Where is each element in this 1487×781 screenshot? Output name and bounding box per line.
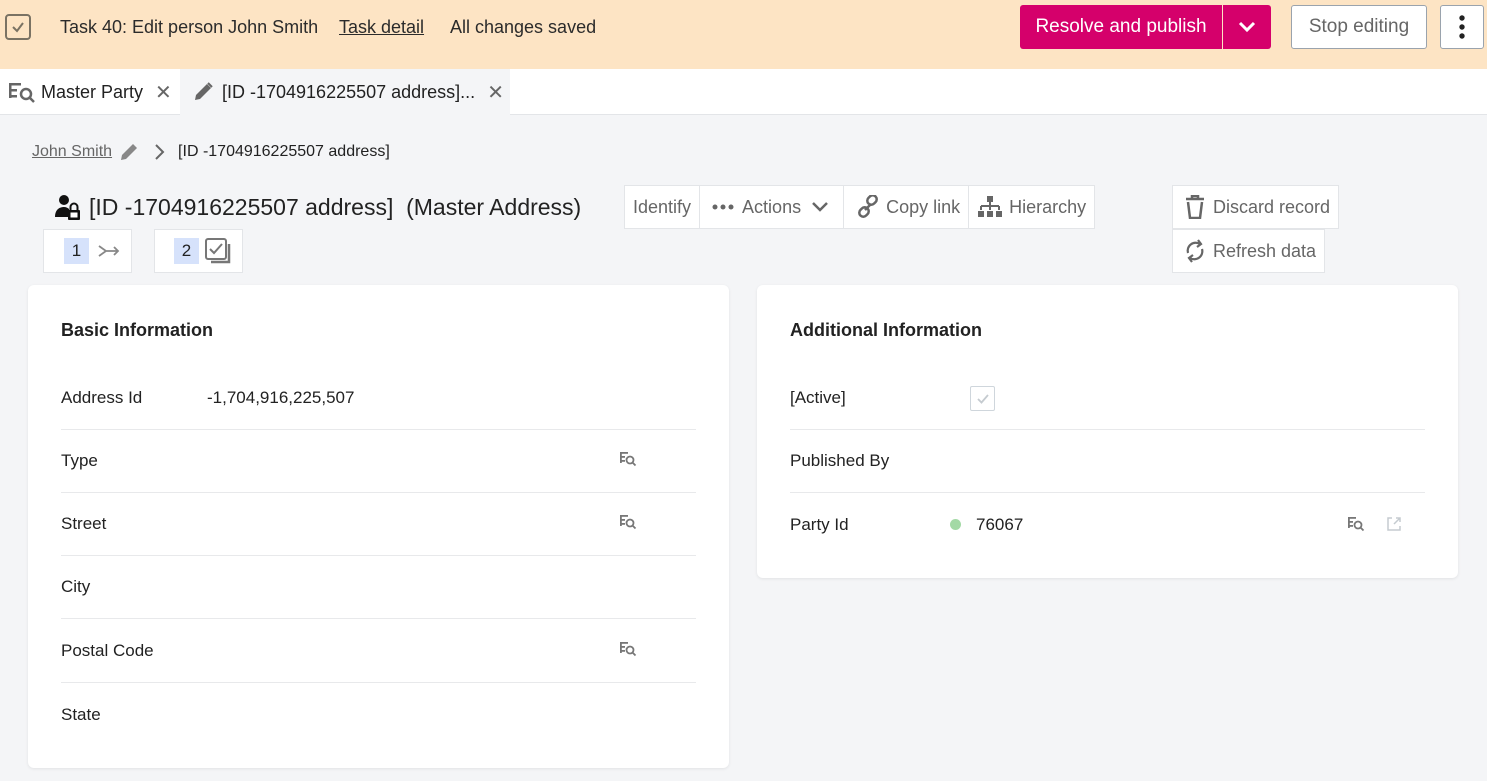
basic-information-card: Basic Information Address Id -1,704,916,… [28, 285, 729, 768]
lookup-icon[interactable] [619, 451, 637, 472]
refresh-data-button[interactable]: Refresh data [1172, 229, 1326, 273]
breadcrumb: John Smith [ID -1704916225507 address] [32, 141, 390, 163]
tasks-count-badge[interactable]: 2 [154, 229, 243, 273]
breadcrumb-parent-link[interactable]: John Smith [32, 143, 112, 161]
ellipsis-icon [712, 204, 734, 210]
save-status: All changes saved [450, 17, 597, 37]
field-label: Postal Code [61, 641, 154, 660]
task-title: Task 40: Edit person John Smith [60, 17, 319, 37]
breadcrumb-current: [ID -1704916225507 address] [178, 143, 390, 160]
refresh-data-label: Refresh data [1213, 240, 1317, 261]
lookup-icon[interactable] [619, 641, 637, 662]
field-street: Street [61, 493, 696, 556]
card-title: Basic Information [61, 320, 214, 340]
link-icon [858, 195, 879, 218]
field-label: Party Id [790, 514, 849, 534]
field-value: -1,704,916,225,507 [207, 388, 355, 407]
field-label: Type [61, 451, 98, 470]
close-tab-icon[interactable]: ✕ [155, 80, 172, 105]
record-header: [ID -1704916225507 address] (Master Addr… [55, 193, 581, 221]
field-postal-code: Postal Code [61, 620, 696, 683]
task-checkbox-icon [5, 14, 31, 40]
locked-user-icon [55, 195, 80, 220]
tasks-icon [205, 238, 231, 264]
actions-dropdown-button[interactable]: Actions [699, 185, 845, 229]
refresh-icon [1186, 239, 1204, 263]
open-external-icon[interactable] [1386, 516, 1402, 537]
trash-icon [1186, 195, 1204, 219]
field-label: Address Id [61, 388, 143, 407]
field-state: State [61, 683, 696, 746]
stop-editing-button[interactable]: Stop editing [1291, 5, 1427, 49]
lookup-icon [9, 83, 35, 103]
copy-link-label: Copy link [886, 196, 961, 217]
record-actions-toolbar: Identify Actions Copy link Hierarchy [624, 185, 1096, 229]
tab-master-party[interactable]: Master Party ✕ [0, 69, 180, 115]
merge-count: 1 [64, 238, 89, 264]
tab-label: [ID -1704916225507 address]... [222, 81, 476, 102]
status-dot [950, 519, 961, 530]
resolve-and-publish-button[interactable]: Resolve and publish [1020, 5, 1222, 49]
discard-record-label: Discard record [1213, 196, 1331, 217]
identify-button[interactable]: Identify [624, 185, 701, 229]
field-label: Street [61, 514, 107, 533]
page-title: [ID -1704916225507 address] (Master Addr… [89, 193, 582, 220]
hierarchy-button[interactable]: Hierarchy [968, 185, 1096, 229]
pencil-icon [121, 144, 138, 160]
chevron-right-icon [155, 144, 165, 160]
checkmark-icon [976, 393, 989, 404]
hierarchy-label: Hierarchy [1009, 196, 1087, 217]
pencil-icon [195, 82, 213, 100]
merge-icon [98, 245, 120, 257]
lookup-icon[interactable] [1347, 516, 1365, 537]
kebab-menu-icon [1459, 15, 1465, 39]
active-checkbox[interactable] [970, 386, 995, 411]
field-party-id: Party Id 76067 [790, 493, 1425, 556]
field-label: [Active] [790, 388, 846, 407]
field-published-by: Published By [790, 430, 1425, 493]
actions-label: Actions [742, 196, 802, 217]
identify-label: Identify [633, 196, 692, 217]
more-options-button[interactable] [1440, 5, 1484, 49]
field-value: 76067 [976, 514, 1024, 534]
field-label: Published By [790, 451, 890, 470]
copy-link-button[interactable]: Copy link [843, 185, 970, 229]
merge-count-badge[interactable]: 1 [43, 229, 132, 273]
additional-information-card: Additional Information [Active] Publishe… [757, 285, 1458, 578]
hierarchy-icon [978, 196, 1003, 217]
field-label: City [61, 577, 91, 596]
tab-bar: Master Party ✕ [ID -1704916225507 addres… [0, 69, 1487, 115]
field-type: Type [61, 430, 696, 493]
chevron-down-icon [1238, 21, 1256, 33]
field-address-id: Address Id -1,704,916,225,507 [61, 367, 696, 430]
tasks-count: 2 [174, 238, 199, 264]
field-city: City [61, 556, 696, 619]
task-bar: Task 40: Edit person John Smith Task det… [0, 0, 1487, 69]
tab-address-record[interactable]: [ID -1704916225507 address]... ✕ [180, 69, 510, 115]
card-title: Additional Information [790, 320, 982, 340]
resolve-dropdown-button[interactable] [1223, 5, 1271, 49]
close-tab-icon[interactable]: ✕ [487, 80, 504, 105]
tab-label: Master Party [41, 81, 144, 102]
chevron-down-icon [812, 202, 828, 212]
task-detail-link[interactable]: Task detail [339, 17, 424, 38]
field-active: [Active] [790, 367, 1425, 430]
discard-record-button[interactable]: Discard record [1172, 185, 1340, 229]
field-label: State [61, 704, 101, 724]
lookup-icon[interactable] [619, 514, 637, 535]
